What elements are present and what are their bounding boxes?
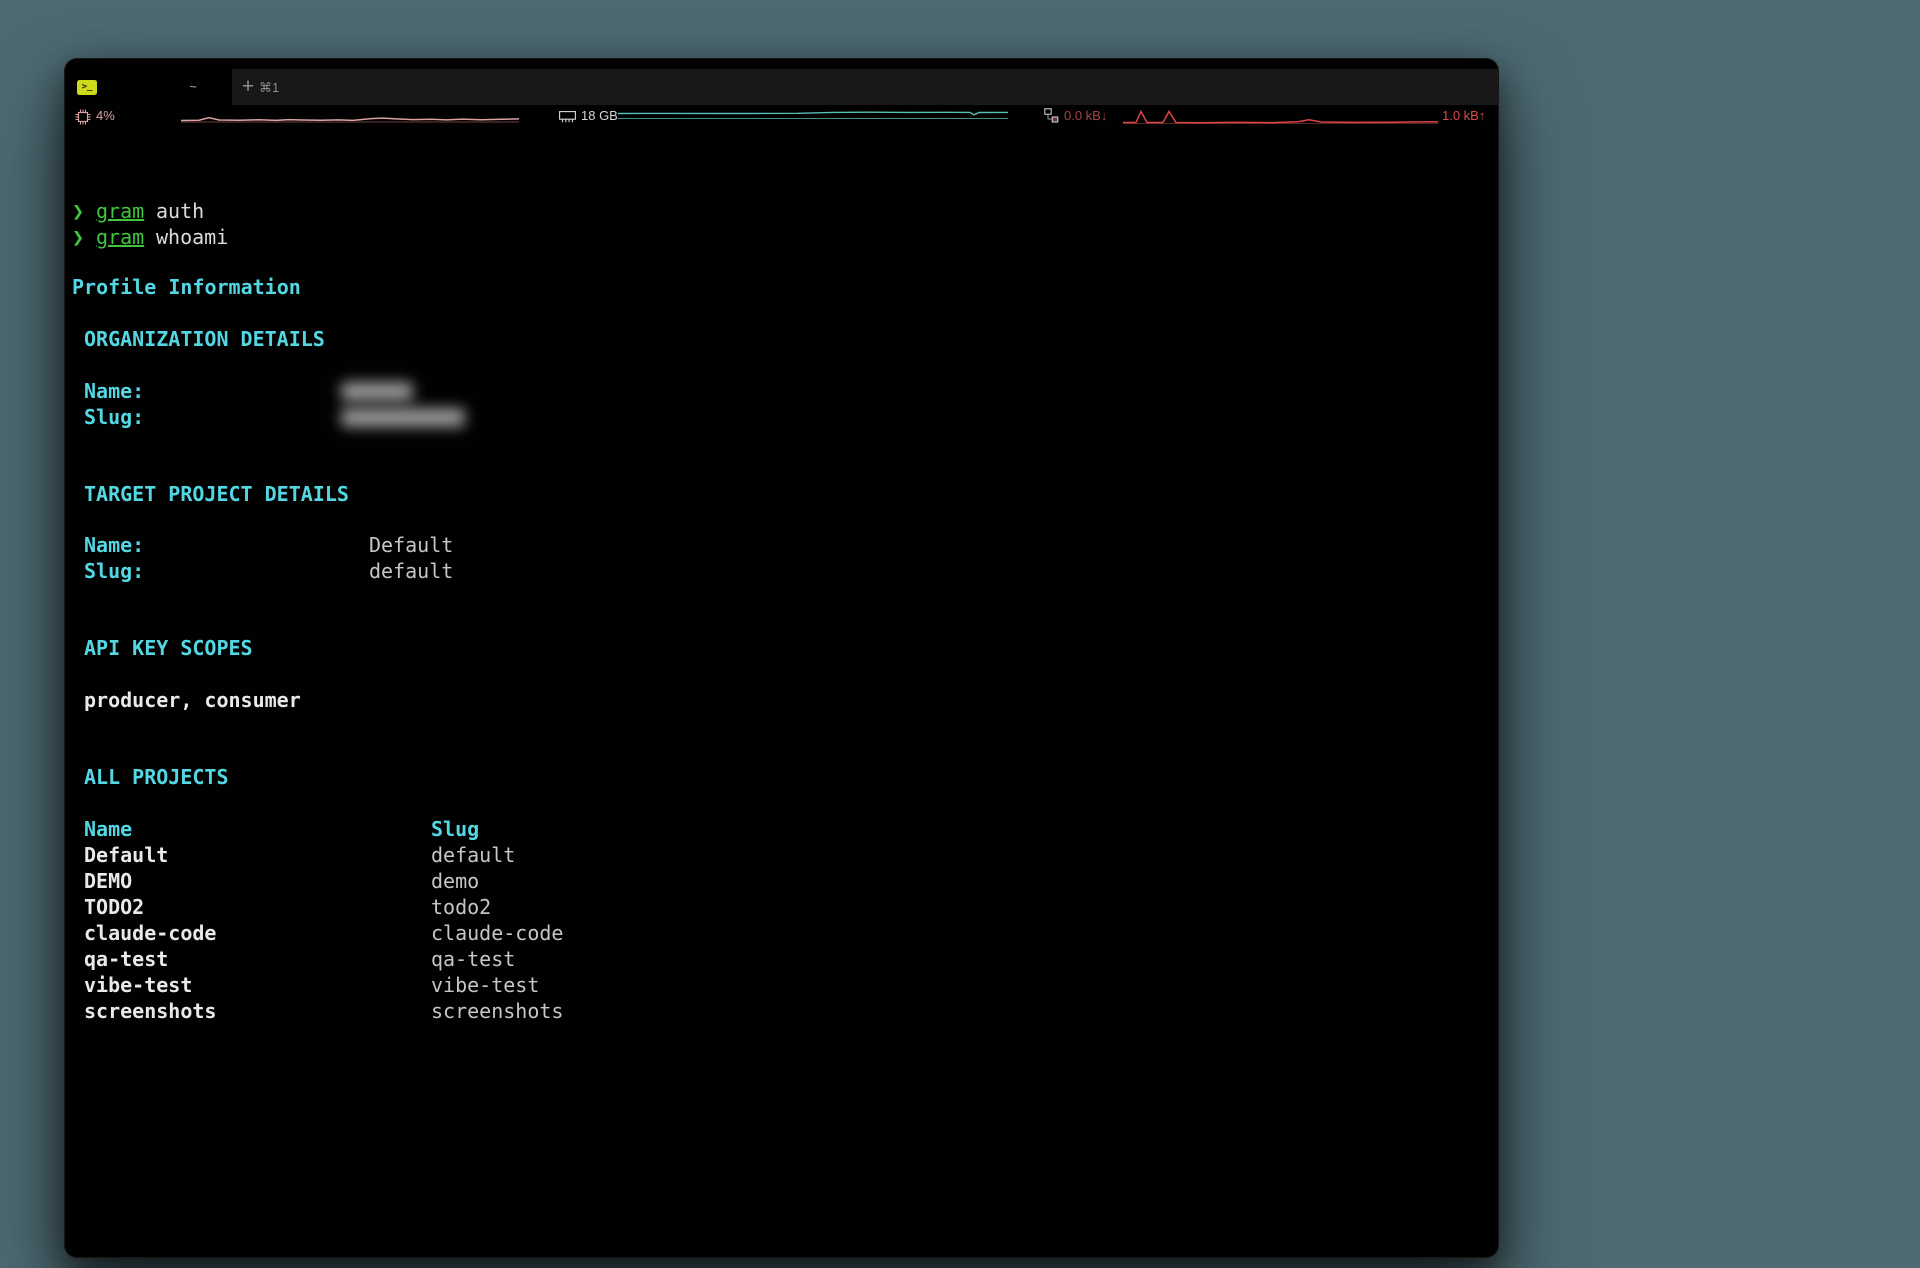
section-heading: TARGET PROJECT DETAILS — [84, 481, 349, 507]
project-slug: default — [431, 842, 515, 868]
target-name-row: Name: Default — [65, 532, 1498, 558]
field-label: Name: — [84, 532, 144, 558]
tab-bar: >_ ~ ⌘1 + — [65, 59, 1498, 105]
target-project-heading-line: TARGET PROJECT DETAILS — [65, 481, 1498, 507]
project-name: claude-code — [84, 920, 216, 946]
org-name-value-redacted — [341, 382, 413, 401]
project-slug: qa-test — [431, 946, 515, 972]
field-label: Slug: — [84, 404, 144, 430]
field-label: Name: — [84, 378, 144, 404]
prompt-line-1: ❯ gram auth — [65, 198, 1498, 224]
terminal-viewport[interactable]: ❯ gram auth ❯ gram whoami Profile Inform… — [65, 129, 1498, 1257]
scopes-value: producer, consumer — [84, 687, 301, 713]
project-slug: todo2 — [431, 894, 491, 920]
table-row: TODO2 todo2 — [65, 894, 1498, 920]
org-details-heading-line: ORGANIZATION DETAILS — [65, 326, 1498, 352]
section-heading: API KEY SCOPES — [84, 635, 253, 661]
column-header-name: Name — [84, 816, 132, 842]
command-name: gram — [96, 198, 144, 224]
org-slug-value-redacted — [341, 408, 465, 427]
tab-title[interactable]: ~ — [163, 79, 223, 94]
network-sparkline — [1123, 109, 1438, 127]
field-value: Default — [369, 532, 453, 558]
table-row: vibe-test vibe-test — [65, 972, 1498, 998]
project-slug: demo — [431, 868, 479, 894]
cpu-usage-label: 4% — [96, 105, 115, 129]
table-row: qa-test qa-test — [65, 946, 1498, 972]
network-icon — [1044, 108, 1059, 124]
project-name: TODO2 — [84, 894, 144, 920]
project-slug: vibe-test — [431, 972, 539, 998]
api-key-scopes-heading-line: API KEY SCOPES — [65, 635, 1498, 661]
org-name-row: Name: — [65, 378, 1498, 404]
field-label: Slug: — [84, 558, 144, 584]
status-bar: 4% 18 GB 0.0 kB↓ — [65, 105, 1498, 129]
cpu-sparkline — [181, 109, 519, 125]
table-row: DEMO demo — [65, 868, 1498, 894]
section-heading: ALL PROJECTS — [84, 764, 229, 790]
project-slug: screenshots — [431, 998, 563, 1024]
desktop: >_ ~ ⌘1 + 4% — [0, 0, 1920, 1268]
terminal-tab-icon: >_ — [77, 80, 97, 95]
project-name: qa-test — [84, 946, 168, 972]
section-heading: ORGANIZATION DETAILS — [84, 326, 325, 352]
memory-icon — [559, 111, 576, 123]
projects-table-header: Name Slug — [65, 816, 1498, 842]
project-name: DEMO — [84, 868, 132, 894]
table-row: claude-code claude-code — [65, 920, 1498, 946]
terminal-window: >_ ~ ⌘1 + 4% — [64, 58, 1499, 1258]
prompt-line-2: ❯ gram whoami — [65, 224, 1498, 250]
api-key-scopes-value-line: producer, consumer — [65, 687, 1498, 713]
target-slug-row: Slug: default — [65, 558, 1498, 584]
profile-title: Profile Information — [72, 274, 301, 300]
project-name: vibe-test — [84, 972, 192, 998]
network-download-label: 0.0 kB↓ — [1064, 105, 1107, 129]
memory-usage-label: 18 GB — [581, 105, 618, 129]
tab-bar-empty-area[interactable] — [231, 69, 1498, 106]
project-name: screenshots — [84, 998, 216, 1024]
memory-sparkline — [618, 109, 1008, 125]
command-args: whoami — [156, 224, 228, 250]
all-projects-heading-line: ALL PROJECTS — [65, 764, 1498, 790]
table-row: Default default — [65, 842, 1498, 868]
tab-shortcut: ⌘1 — [259, 80, 279, 96]
field-value: default — [369, 558, 453, 584]
prompt-symbol: ❯ — [72, 198, 84, 224]
command-name: gram — [96, 224, 144, 250]
command-args: auth — [156, 198, 204, 224]
column-header-slug: Slug — [431, 816, 479, 842]
table-row: screenshots screenshots — [65, 998, 1498, 1024]
network-upload-label: 1.0 kB↑ — [1442, 105, 1485, 129]
profile-title-line: Profile Information — [65, 274, 1498, 300]
new-tab-button[interactable]: + — [235, 72, 261, 102]
org-slug-row: Slug: — [65, 404, 1498, 430]
project-name: Default — [84, 842, 168, 868]
prompt-symbol: ❯ — [72, 224, 84, 250]
cpu-icon — [75, 109, 91, 125]
project-slug: claude-code — [431, 920, 563, 946]
